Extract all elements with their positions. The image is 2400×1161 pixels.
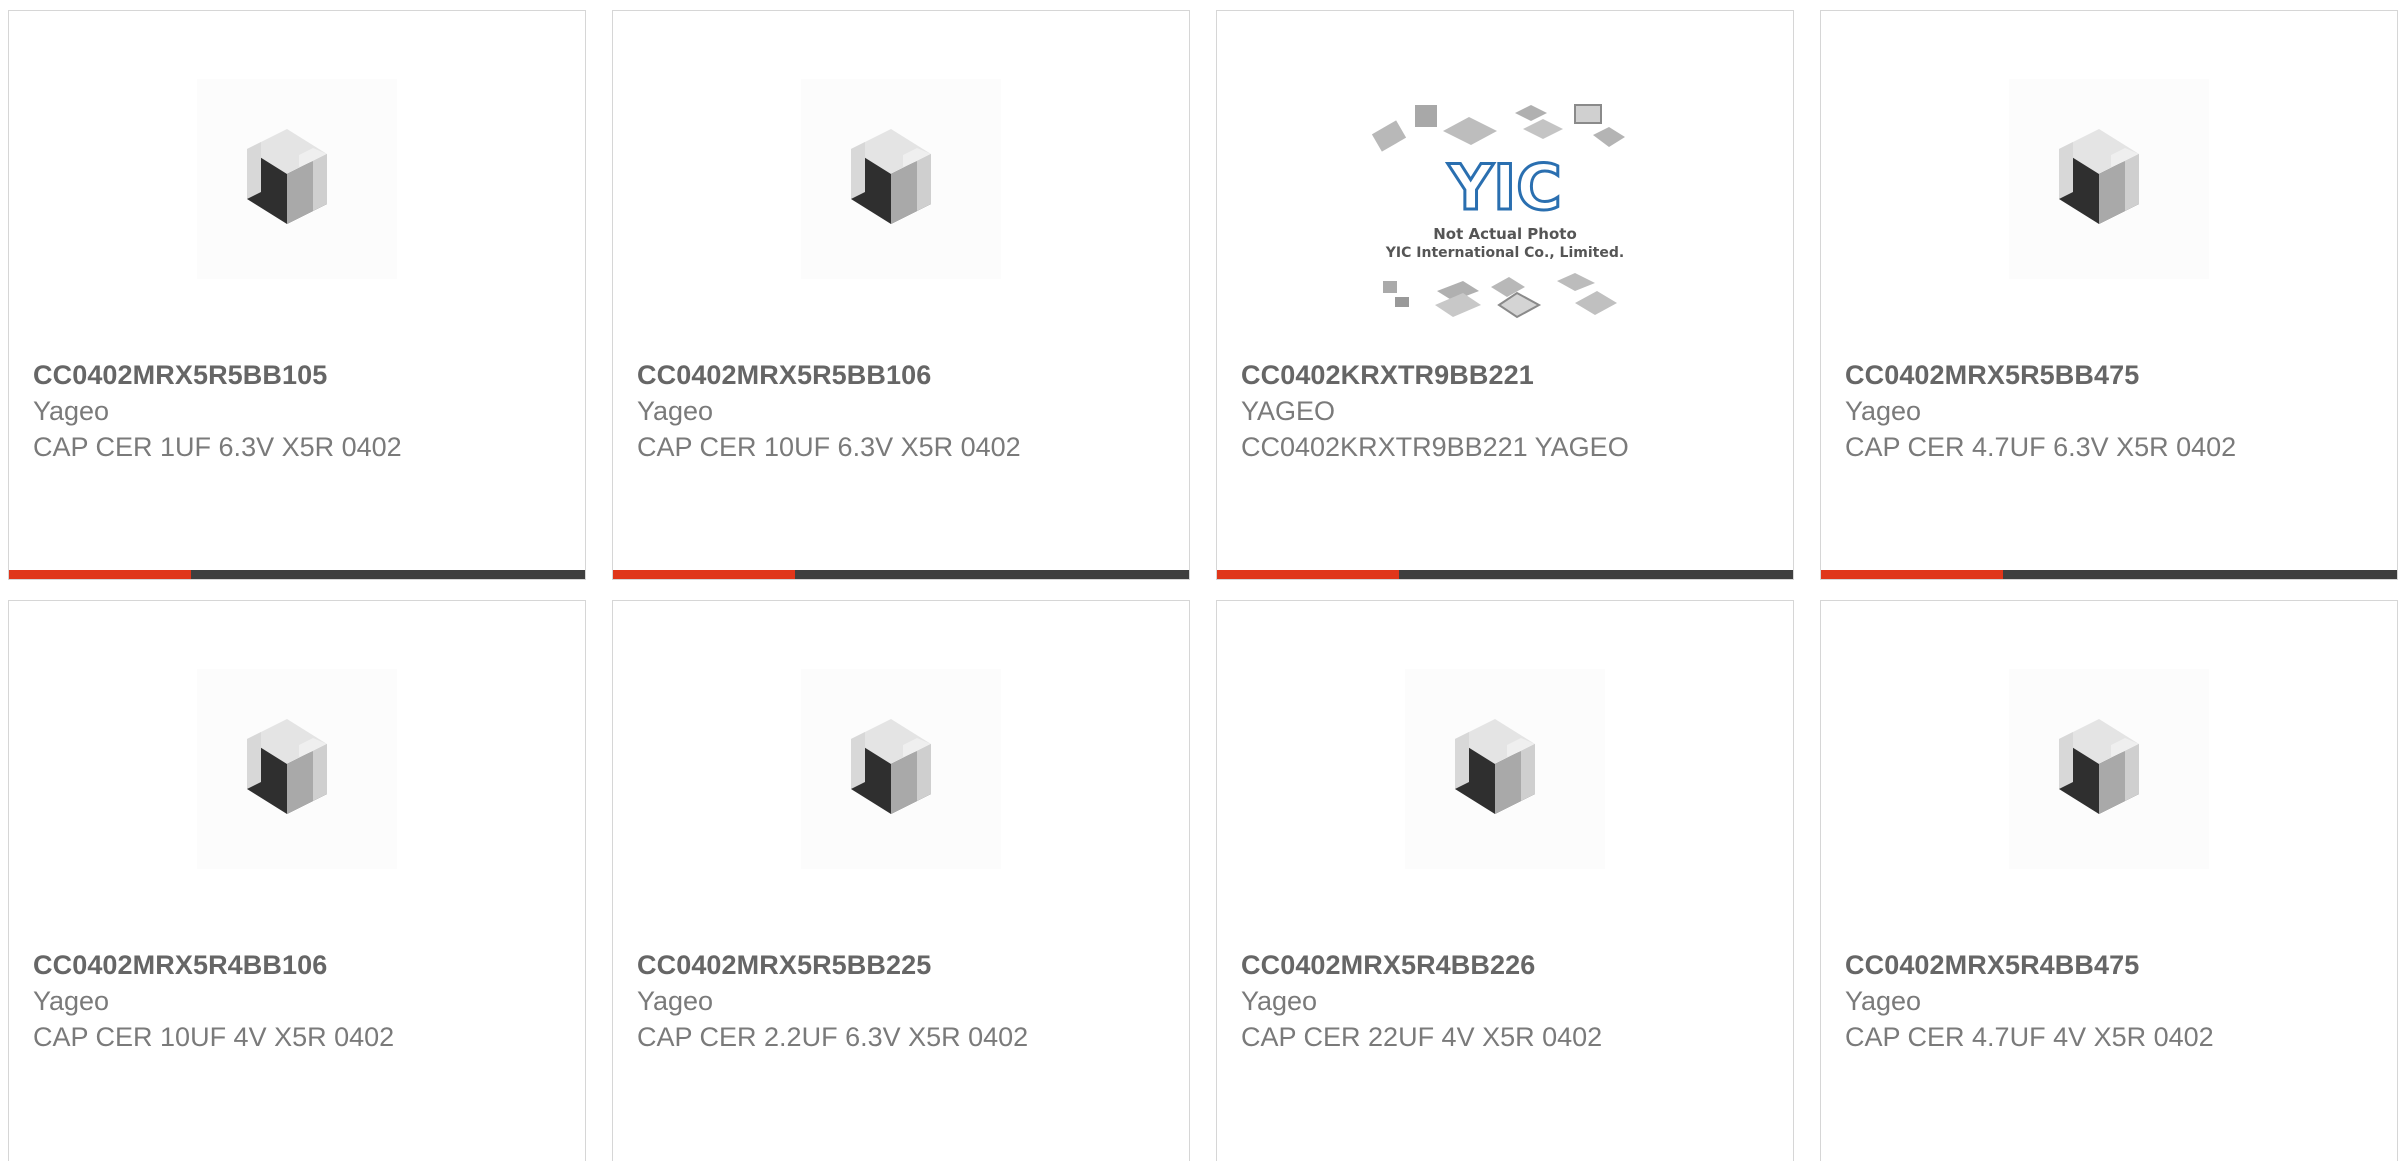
product-grid: CC0402MRX5R5BB105 Yageo CAP CER 1UF 6.3V…: [0, 0, 2400, 1161]
part-number[interactable]: CC0402MRX5R4BB106: [33, 950, 327, 981]
manufacturer: YAGEO: [1241, 396, 1336, 426]
manufacturer: Yageo: [637, 986, 714, 1016]
product-card[interactable]: CC0402MRX5R4BB226 Yageo CAP CER 22UF 4V …: [1216, 600, 1794, 1161]
capacitor-chip-icon: [801, 79, 1001, 279]
description: CAP CER 4.7UF 4V X5R 0402: [1845, 1022, 2214, 1052]
capacitor-chip-icon: [197, 669, 397, 869]
accent-segment: [9, 570, 191, 579]
capacitor-chip-icon: [801, 669, 1001, 869]
yic-placeholder-logo: YIC Not Actual Photo YIC International C…: [1365, 91, 1645, 341]
manufacturer: Yageo: [33, 396, 110, 426]
card-accent-bar: [613, 570, 1189, 579]
accent-segment: [1217, 570, 1399, 579]
capacitor-chip-icon: [197, 79, 397, 279]
manufacturer: Yageo: [33, 986, 110, 1016]
description: CAP CER 1UF 6.3V X5R 0402: [33, 432, 402, 462]
description: CAP CER 10UF 6.3V X5R 0402: [637, 432, 1021, 462]
card-accent-bar: [1217, 570, 1793, 579]
card-accent-bar: [9, 570, 585, 579]
product-card[interactable]: CC0402MRX5R4BB475 Yageo CAP CER 4.7UF 4V…: [1820, 600, 2398, 1161]
product-card[interactable]: CC0402MRX5R5BB105 Yageo CAP CER 1UF 6.3V…: [8, 10, 586, 580]
part-number[interactable]: CC0402MRX5R4BB226: [1241, 950, 1535, 981]
product-card[interactable]: CC0402MRX5R4BB106 Yageo CAP CER 10UF 4V …: [8, 600, 586, 1161]
part-number[interactable]: CC0402MRX5R5BB105: [33, 360, 327, 391]
product-card[interactable]: CC0402MRX5R5BB106 Yageo CAP CER 10UF 6.3…: [612, 10, 1190, 580]
manufacturer: Yageo: [1845, 986, 1922, 1016]
logo-line1: Not Actual Photo: [1433, 225, 1577, 243]
part-number[interactable]: CC0402MRX5R5BB106: [637, 360, 931, 391]
manufacturer: Yageo: [637, 396, 714, 426]
accent-segment: [1821, 570, 2003, 579]
product-card[interactable]: YIC Not Actual Photo YIC International C…: [1216, 10, 1794, 580]
capacitor-chip-icon: [2009, 79, 2209, 279]
accent-segment: [613, 570, 795, 579]
product-card[interactable]: CC0402MRX5R5BB225 Yageo CAP CER 2.2UF 6.…: [612, 600, 1190, 1161]
description: CAP CER 10UF 4V X5R 0402: [33, 1022, 395, 1052]
capacitor-chip-icon: [2009, 669, 2209, 869]
part-number[interactable]: CC0402MRX5R5BB475: [1845, 360, 2139, 391]
description: CAP CER 4.7UF 6.3V X5R 0402: [1845, 432, 2237, 462]
logo-line2: YIC International Co., Limited.: [1385, 245, 1624, 261]
part-number[interactable]: CC0402MRX5R4BB475: [1845, 950, 2139, 981]
part-number[interactable]: CC0402KRXTR9BB221: [1241, 360, 1534, 391]
part-number[interactable]: CC0402MRX5R5BB225: [637, 950, 931, 981]
yic-brand-text: YIC: [1447, 151, 1561, 224]
capacitor-chip-icon: [1405, 669, 1605, 869]
description: CAP CER 2.2UF 6.3V X5R 0402: [637, 1022, 1029, 1052]
description: CAP CER 22UF 4V X5R 0402: [1241, 1022, 1603, 1052]
card-accent-bar: [1821, 570, 2397, 579]
product-card[interactable]: CC0402MRX5R5BB475 Yageo CAP CER 4.7UF 6.…: [1820, 10, 2398, 580]
manufacturer: Yageo: [1845, 396, 1922, 426]
description: CC0402KRXTR9BB221 YAGEO: [1241, 432, 1629, 462]
manufacturer: Yageo: [1241, 986, 1318, 1016]
